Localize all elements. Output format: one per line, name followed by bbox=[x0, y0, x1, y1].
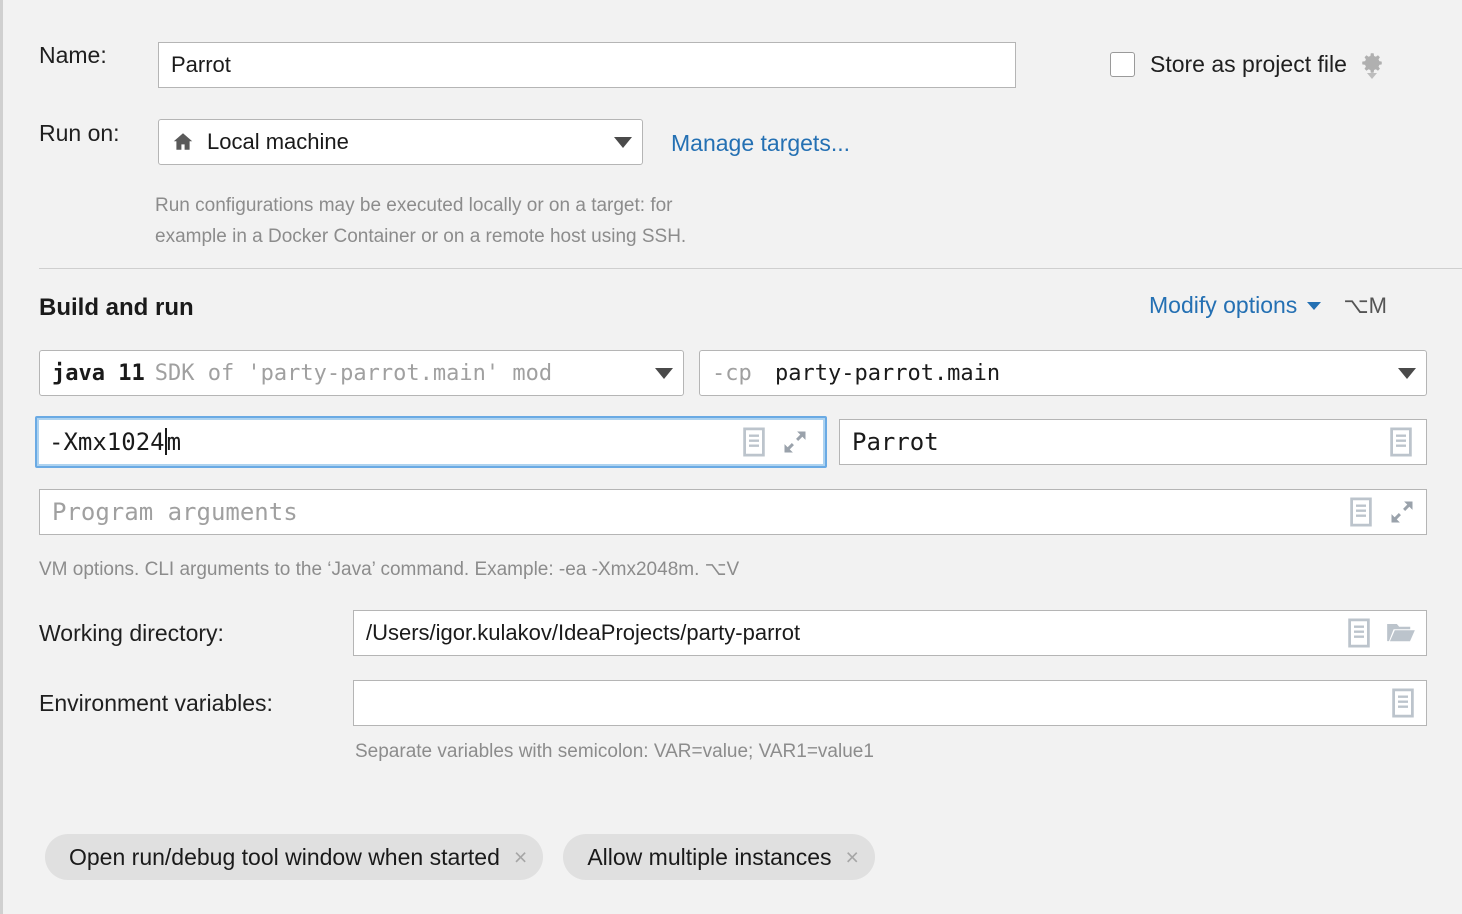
modify-options-shortcut: ⌥M bbox=[1343, 293, 1387, 319]
gear-dropdown-caret-icon[interactable] bbox=[1367, 73, 1377, 79]
gear-icon[interactable] bbox=[1359, 50, 1385, 79]
program-arguments-placeholder: Program arguments bbox=[52, 498, 1348, 526]
program-arguments-input[interactable]: Program arguments bbox=[39, 489, 1427, 535]
main-class-value: Parrot bbox=[852, 428, 1388, 456]
chevron-down-icon[interactable] bbox=[655, 368, 673, 379]
environment-variables-input[interactable] bbox=[353, 680, 1427, 726]
macro-icon[interactable] bbox=[1348, 497, 1374, 527]
macro-icon[interactable] bbox=[1388, 427, 1414, 457]
modify-options-row: Modify options ⌥M bbox=[1149, 292, 1387, 319]
close-icon[interactable]: × bbox=[846, 846, 859, 869]
run-on-hint: Run configurations may be executed local… bbox=[155, 190, 855, 252]
environment-variables-hint: Separate variables with semicolon: VAR=v… bbox=[355, 736, 874, 767]
jre-sdk-combo[interactable]: java 11 SDK of 'party-parrot.main' mod bbox=[39, 350, 684, 396]
build-and-run-title: Build and run bbox=[39, 294, 194, 322]
run-on-target-combo[interactable]: Local machine bbox=[158, 119, 643, 165]
classpath-flag: -cp bbox=[712, 361, 752, 386]
chip-label: Allow multiple instances bbox=[587, 844, 831, 871]
run-configuration-dialog: Name: Parrot Store as project file Run o… bbox=[0, 0, 1462, 914]
classpath-module: party-parrot.main bbox=[775, 361, 1000, 386]
home-icon bbox=[171, 130, 195, 154]
run-on-hint-line1: Run configurations may be executed local… bbox=[155, 190, 855, 221]
chip-allow-multiple-instances[interactable]: Allow multiple instances × bbox=[563, 834, 875, 880]
working-directory-input[interactable]: /Users/igor.kulakov/IdeaProjects/party-p… bbox=[353, 610, 1427, 656]
name-input[interactable]: Parrot bbox=[158, 42, 1016, 88]
run-on-target-value: Local machine bbox=[207, 129, 614, 155]
run-on-row: Run on: bbox=[39, 120, 120, 147]
section-divider bbox=[39, 268, 1462, 269]
chevron-down-icon[interactable] bbox=[1307, 302, 1321, 310]
macro-icon[interactable] bbox=[741, 427, 767, 457]
expand-icon[interactable] bbox=[1388, 498, 1416, 526]
macro-icon[interactable] bbox=[1346, 618, 1372, 648]
close-icon[interactable]: × bbox=[514, 846, 527, 869]
chevron-down-icon[interactable] bbox=[614, 137, 632, 148]
jre-sdk-primary: java 11 bbox=[52, 361, 145, 386]
chevron-down-icon[interactable] bbox=[1398, 368, 1416, 379]
run-on-hint-line2: example in a Docker Container or on a re… bbox=[155, 221, 855, 252]
vm-options-input[interactable]: -Xmx1024m bbox=[35, 416, 827, 468]
run-on-label: Run on: bbox=[39, 120, 120, 147]
store-as-project-file-row[interactable]: Store as project file bbox=[1110, 50, 1385, 79]
jre-sdk-secondary: SDK of 'party-parrot.main' mod bbox=[155, 361, 552, 386]
modify-options-link[interactable]: Modify options bbox=[1149, 292, 1297, 319]
vm-options-hint: VM options. CLI arguments to the ‘Java’ … bbox=[39, 554, 739, 585]
working-directory-label: Working directory: bbox=[39, 620, 224, 647]
name-input-value: Parrot bbox=[171, 52, 1007, 78]
text-cursor bbox=[165, 428, 167, 455]
store-as-project-file-checkbox[interactable] bbox=[1110, 52, 1135, 77]
vm-options-value-tail: m bbox=[167, 428, 181, 456]
chip-label: Open run/debug tool window when started bbox=[69, 844, 500, 871]
environment-variables-label: Environment variables: bbox=[39, 690, 273, 717]
store-as-project-file-label: Store as project file bbox=[1150, 51, 1347, 78]
macro-icon[interactable] bbox=[1390, 688, 1416, 718]
chip-open-run-debug-tool-window[interactable]: Open run/debug tool window when started … bbox=[45, 834, 543, 880]
option-chips: Open run/debug tool window when started … bbox=[45, 834, 875, 880]
classpath-module-combo[interactable]: -cp party-parrot.main bbox=[699, 350, 1427, 396]
name-label: Name: bbox=[39, 42, 107, 69]
main-class-input[interactable]: Parrot bbox=[839, 419, 1427, 465]
folder-icon[interactable] bbox=[1386, 620, 1416, 646]
name-row: Name: bbox=[39, 42, 107, 69]
vm-options-value: -Xmx1024 bbox=[49, 428, 165, 456]
manage-targets-link[interactable]: Manage targets... bbox=[671, 130, 850, 157]
working-directory-value: /Users/igor.kulakov/IdeaProjects/party-p… bbox=[366, 620, 1346, 646]
expand-icon[interactable] bbox=[781, 428, 809, 456]
